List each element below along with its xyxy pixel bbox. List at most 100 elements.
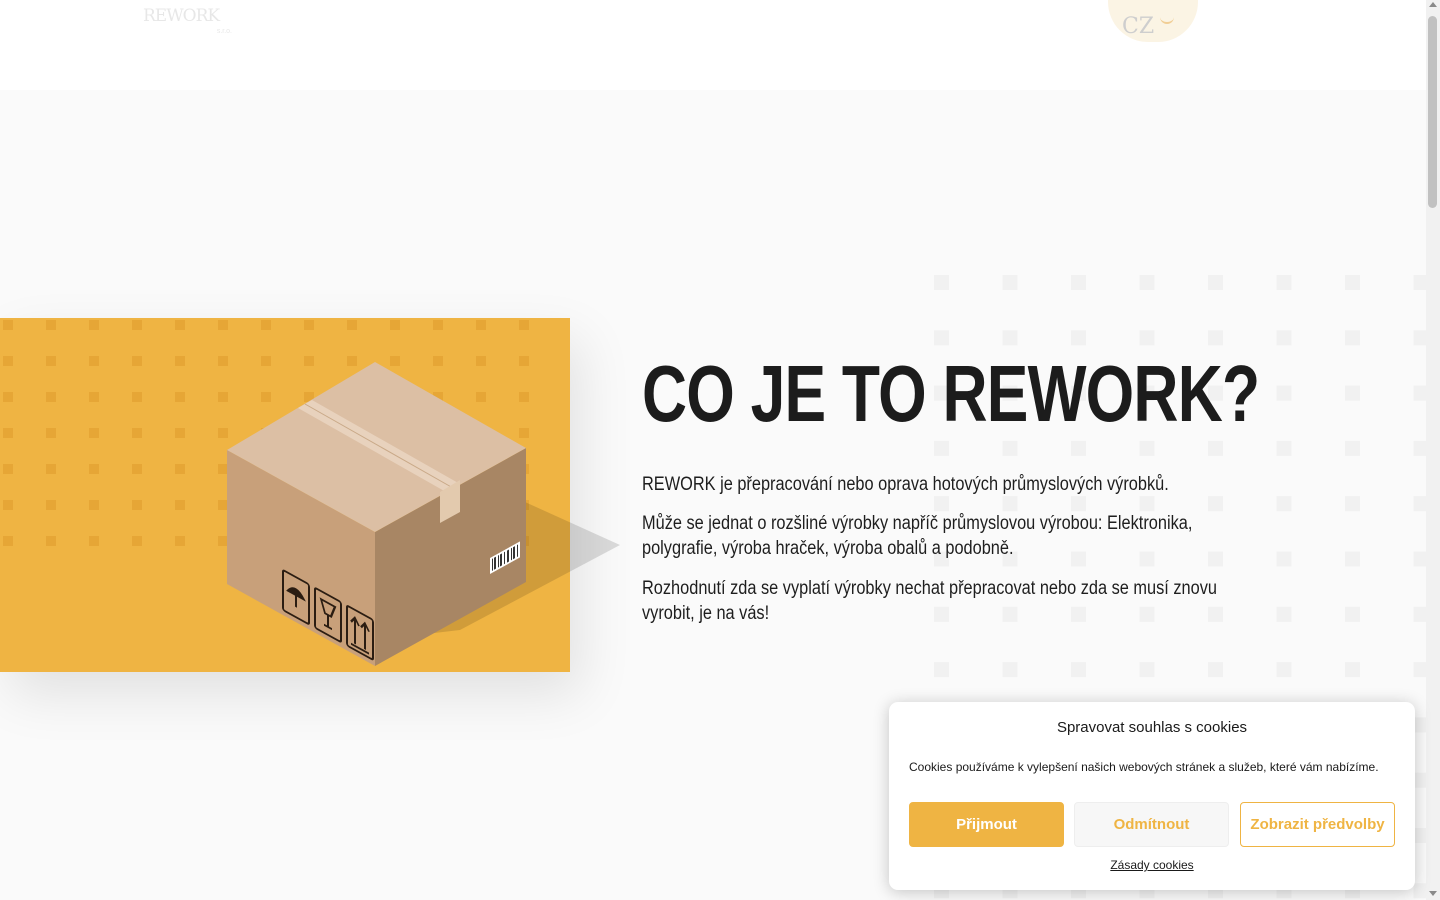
intro-paragraph: REWORK je přepracování nebo oprava hotov…: [642, 474, 1169, 495]
pattern-dot: [1071, 440, 1086, 456]
pattern-dot: [1002, 662, 1018, 678]
pattern-dot: [175, 536, 185, 546]
pattern-dot: [1139, 662, 1155, 678]
logo[interactable]: REWORK s.r.o.: [143, 6, 238, 40]
pattern-dot: [1276, 275, 1292, 290]
pattern-dot: [3, 464, 13, 474]
pattern-dot: [89, 392, 99, 402]
pattern-dot: [1139, 496, 1155, 512]
pattern-dot: [1413, 828, 1426, 843]
pattern-dot: [1276, 662, 1292, 678]
pattern-dot: [934, 275, 949, 290]
pattern-dot: [46, 536, 56, 546]
cardboard-box-illustration: [227, 362, 620, 666]
pattern-dot: [175, 428, 185, 438]
pattern-dot: [132, 428, 142, 438]
pattern-dot: [175, 392, 185, 402]
pattern-dot: [3, 392, 13, 402]
pattern-dot: [1413, 717, 1426, 733]
pattern-dot: [1413, 883, 1426, 899]
pattern-dot: [1002, 440, 1018, 456]
pattern-dot: [1413, 606, 1426, 622]
pattern-dot: [347, 320, 357, 330]
pattern-dot: [1002, 330, 1018, 346]
pattern-dot: [89, 428, 99, 438]
pattern-dot: [1345, 385, 1360, 401]
pattern-dot: [89, 464, 99, 474]
pattern-dot: [1413, 496, 1426, 512]
pattern-dot: [89, 356, 99, 366]
pattern-dot: [433, 320, 443, 330]
pattern-dot: [1413, 772, 1426, 788]
pattern-dot: [132, 500, 142, 510]
deny-cookies-button[interactable]: Odmítnout: [1074, 802, 1229, 847]
pattern-dot: [89, 320, 99, 330]
pattern-dot: [1002, 496, 1018, 512]
examples-paragraph: Může se jednat o rozšliné výrobky napříč…: [642, 513, 1193, 559]
pattern-dot: [46, 428, 56, 438]
pattern-dot: [390, 320, 400, 330]
cookie-preferences-button[interactable]: Zobrazit předvolby: [1240, 802, 1395, 847]
pattern-dot: [1208, 440, 1223, 456]
pattern-dot: [132, 392, 142, 402]
pattern-dot: [132, 356, 142, 366]
pattern-dot: [1208, 496, 1223, 512]
page-scrollbar[interactable]: [1426, 0, 1440, 900]
pattern-dot: [89, 500, 99, 510]
pattern-dot: [1413, 440, 1426, 456]
pattern-dot: [261, 320, 271, 330]
pattern-dot: [1345, 275, 1360, 290]
badge-text: CZ: [1122, 14, 1155, 39]
pattern-dot: [1345, 551, 1360, 567]
decision-paragraph: Rozhodnutí zda se vyplatí výrobky nechat…: [642, 578, 1217, 624]
logo-text: REWORK: [143, 6, 220, 26]
pattern-dot: [3, 320, 13, 330]
pattern-dot: [1276, 385, 1292, 401]
pattern-dot: [304, 320, 314, 330]
pattern-dot: [1413, 662, 1426, 678]
cookie-dialog-title: Spravovat souhlas s cookies: [1056, 719, 1248, 736]
accept-cookies-button[interactable]: Přijmout: [909, 802, 1064, 847]
scroll-down-arrow-icon[interactable]: [1429, 891, 1437, 896]
site-header: REWORK s.r.o. CZ: [0, 0, 1426, 90]
pattern-dot: [1413, 551, 1426, 567]
pattern-dot: [1345, 330, 1360, 346]
pattern-dot: [1276, 496, 1292, 512]
pattern-dot: [175, 356, 185, 366]
page-title: CO JE TO REWORK?: [642, 349, 1260, 438]
pattern-dot: [1208, 662, 1223, 678]
pattern-dot: [1139, 440, 1155, 456]
pattern-dot: [1413, 330, 1426, 346]
pattern-dot: [1276, 606, 1292, 622]
pattern-dot: [175, 320, 185, 330]
cookie-policy-link[interactable]: Zásady cookies: [889, 858, 1415, 872]
pattern-dot: [46, 356, 56, 366]
scroll-thumb[interactable]: [1428, 16, 1437, 208]
pattern-dot: [934, 330, 949, 346]
pattern-dot: [3, 428, 13, 438]
pattern-dot: [1276, 551, 1292, 567]
pattern-dot: [3, 500, 13, 510]
pattern-dot: [3, 356, 13, 366]
pattern-dot: [1139, 275, 1155, 290]
pattern-dot: [1345, 662, 1360, 678]
pattern-dot: [175, 464, 185, 474]
pattern-dot: [1276, 330, 1292, 346]
pattern-dot: [175, 500, 185, 510]
pattern-dot: [46, 464, 56, 474]
pattern-dot: [1276, 440, 1292, 456]
pattern-dot: [934, 662, 949, 678]
smile-icon: [1160, 14, 1174, 24]
pattern-dot: [1345, 606, 1360, 622]
pattern-dot: [46, 320, 56, 330]
language-badge[interactable]: CZ: [1108, 0, 1198, 42]
pattern-dot: [3, 536, 13, 546]
pattern-dot: [519, 320, 529, 330]
pattern-dot: [1413, 275, 1426, 290]
pattern-dot: [132, 464, 142, 474]
pattern-dot: [1208, 275, 1223, 290]
pattern-dot: [46, 392, 56, 402]
cookie-dialog-text: Cookies používáme k vylepšení našich web…: [909, 760, 1379, 774]
scroll-up-arrow-icon[interactable]: [1429, 2, 1437, 7]
pattern-dot: [1208, 330, 1223, 346]
